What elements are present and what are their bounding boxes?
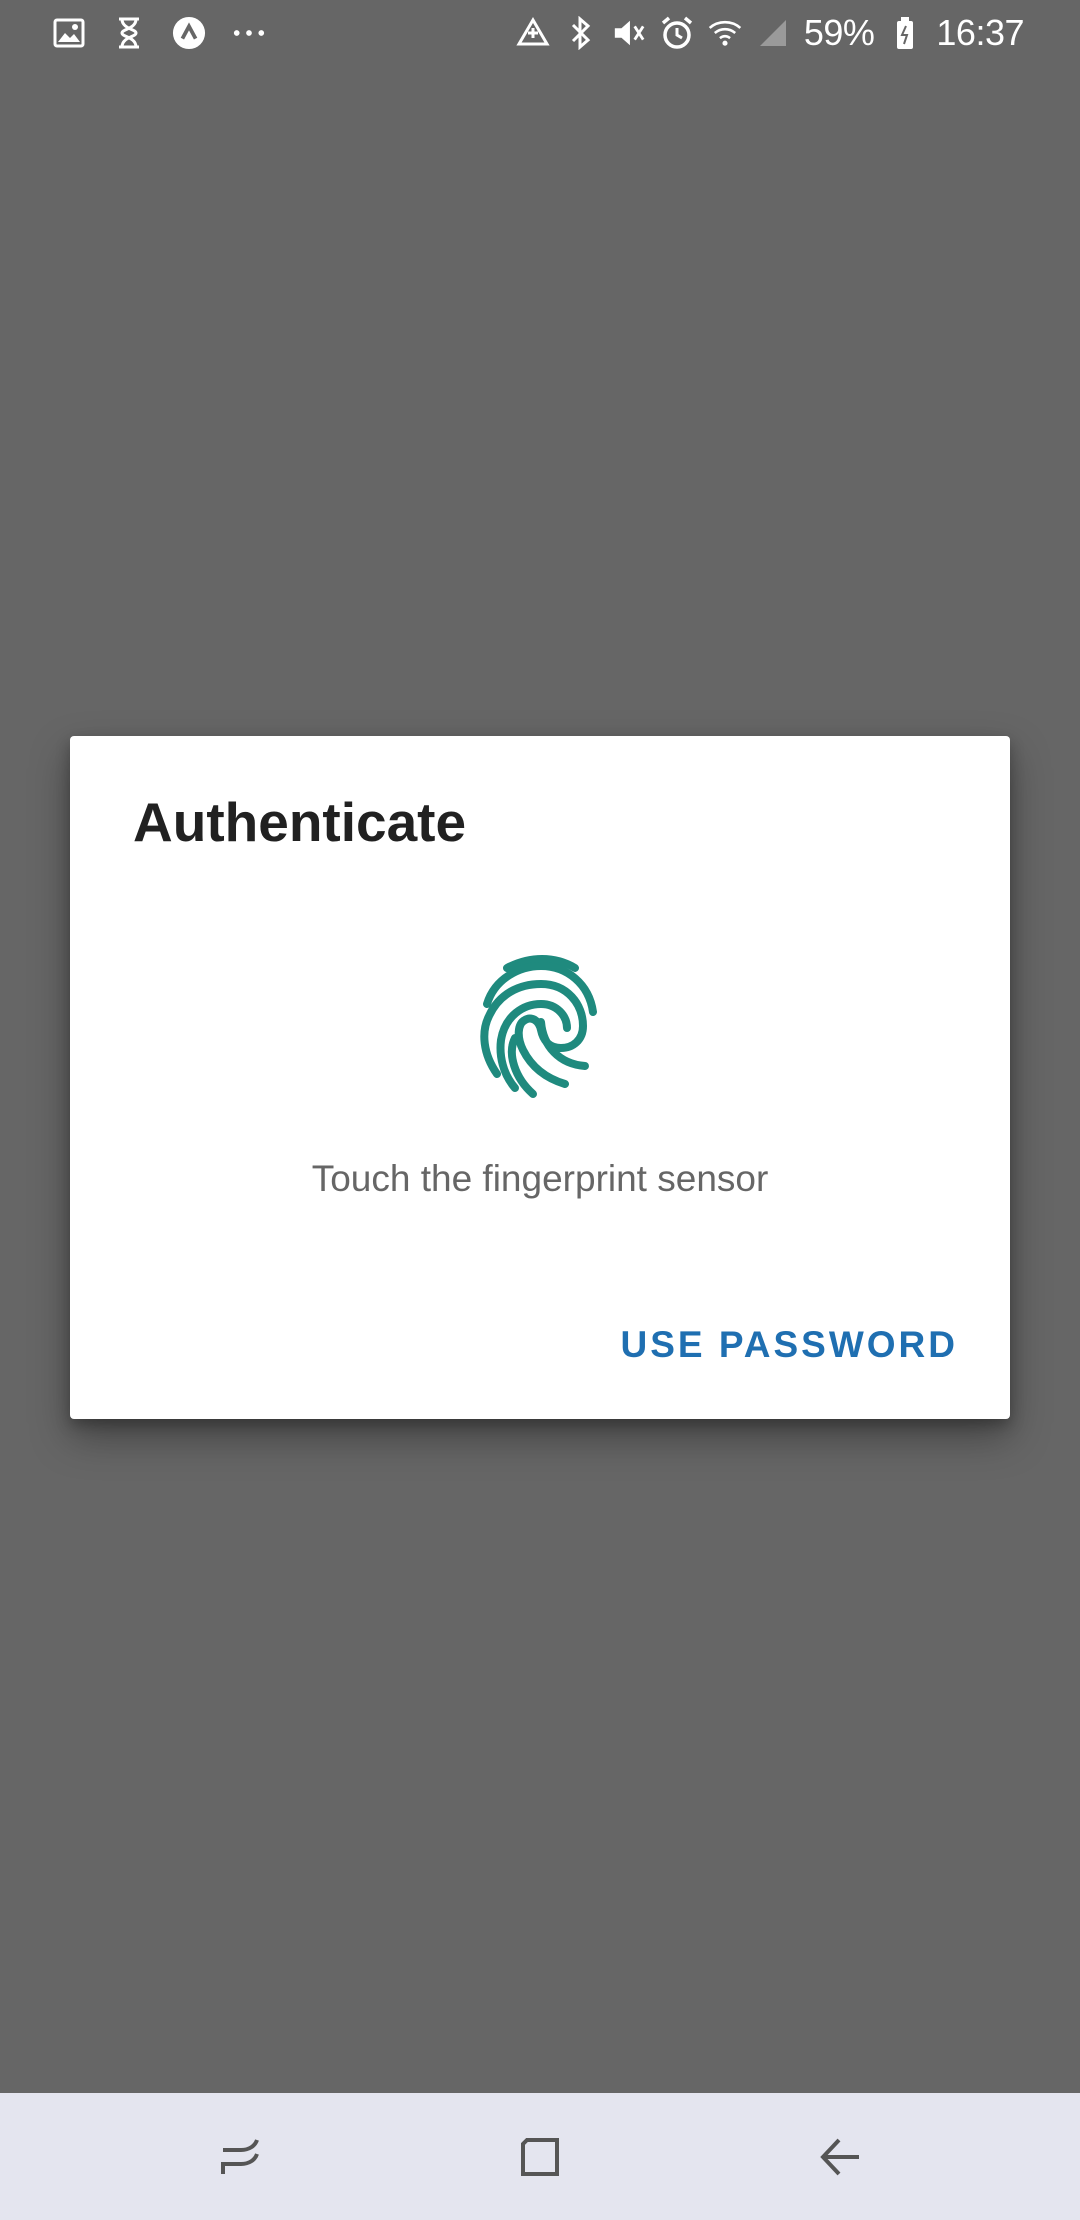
hourglass-icon	[112, 16, 146, 50]
navigation-bar	[0, 2093, 1080, 2220]
signal-icon	[756, 16, 790, 50]
mute-icon	[612, 16, 646, 50]
use-password-button[interactable]: USE PASSWORD	[620, 1324, 958, 1366]
fingerprint-icon	[475, 954, 605, 1099]
status-left-icons	[52, 16, 292, 50]
dialog-title: Authenticate	[133, 791, 467, 853]
status-bar: 59% 16:37	[0, 0, 1080, 66]
bluetooth-icon	[564, 16, 598, 50]
alarm-icon	[660, 16, 694, 50]
data-saver-icon	[516, 16, 550, 50]
clock-time: 16:37	[936, 12, 1024, 53]
battery-percent: 59%	[803, 12, 875, 53]
app-icon	[172, 16, 206, 50]
dialog-message: Touch the fingerprint sensor	[311, 1158, 769, 1199]
image-icon	[52, 16, 86, 50]
battery-icon	[888, 16, 922, 50]
back-icon[interactable]	[785, 2102, 895, 2212]
authenticate-dialog: Authenticate Touch the fingerprint senso…	[70, 736, 1010, 1419]
wifi-icon	[708, 16, 742, 50]
home-icon[interactable]	[485, 2102, 595, 2212]
status-right-icons: 59% 16:37	[502, 12, 1024, 54]
recents-icon[interactable]	[185, 2102, 295, 2212]
more-dots-icon	[232, 16, 266, 50]
